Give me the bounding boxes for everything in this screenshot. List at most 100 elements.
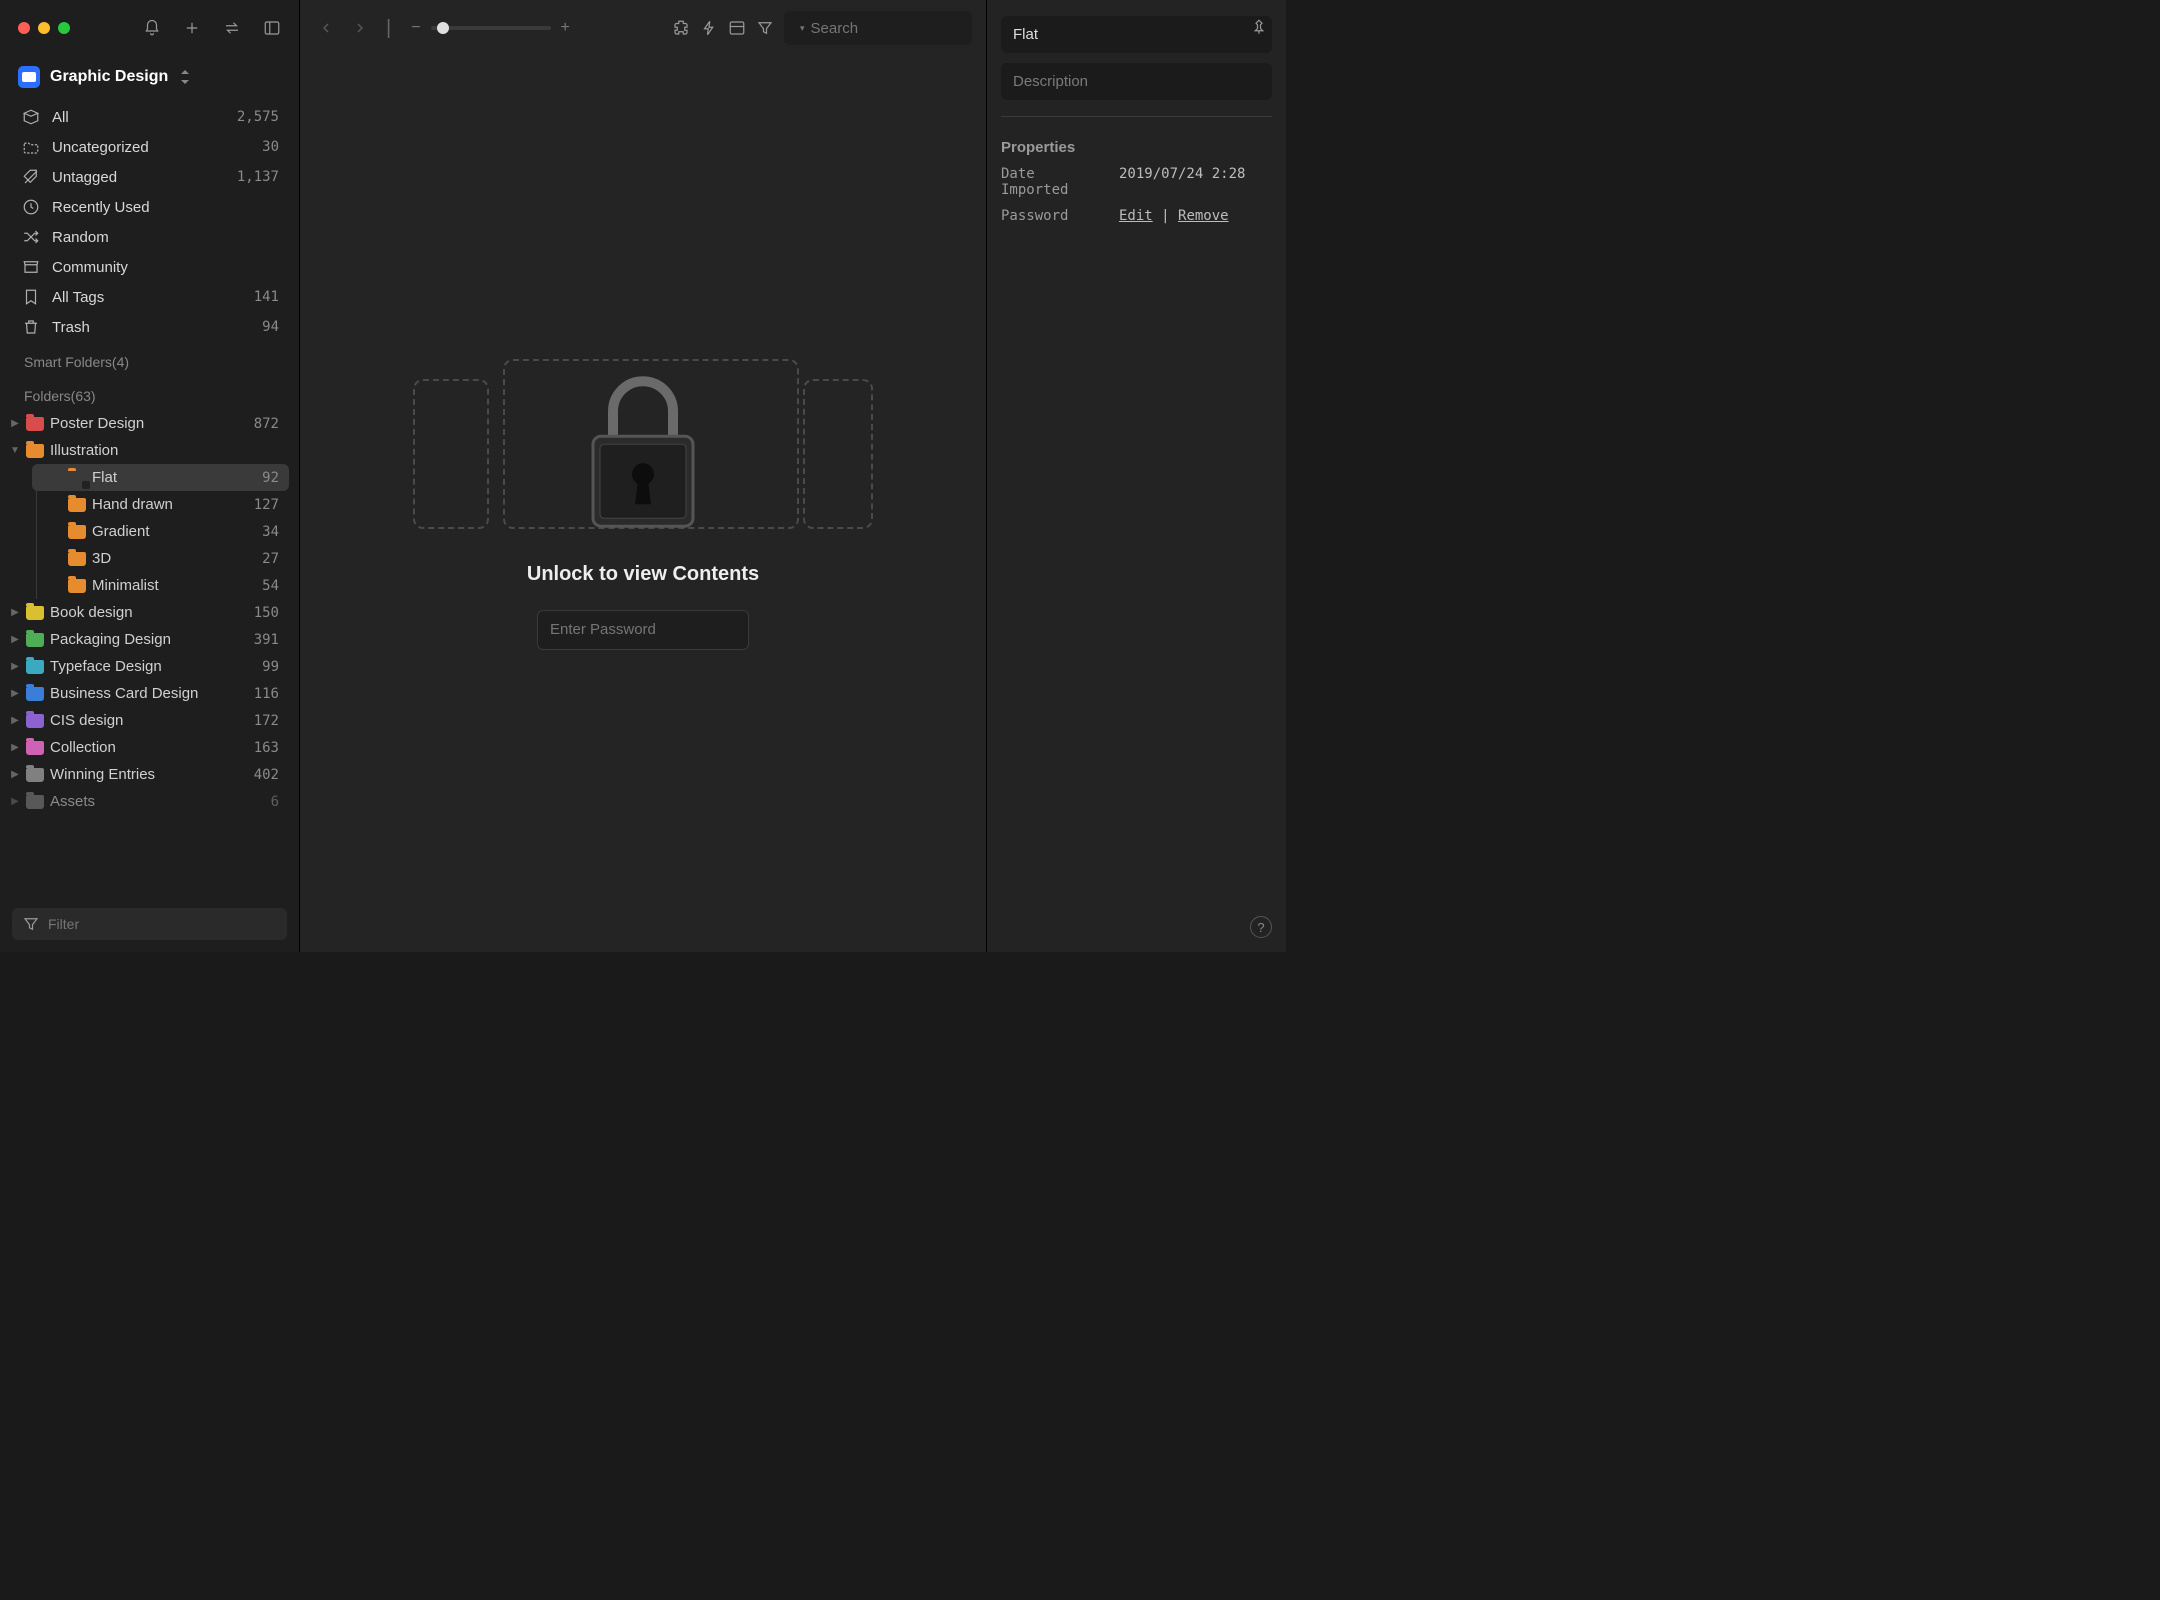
search-box[interactable]: ▾	[784, 11, 972, 45]
folder-count: 34	[262, 524, 279, 540]
layout-icon[interactable]	[728, 19, 746, 37]
sidebar-item-all-tags[interactable]: All Tags 141	[6, 282, 289, 312]
nav-back-button[interactable]	[314, 16, 338, 40]
folder-book-design[interactable]: ▶ Book design 150	[6, 599, 289, 626]
folder-icon	[26, 768, 44, 782]
bookmark-icon	[22, 288, 40, 306]
filter-input[interactable]	[48, 916, 277, 932]
sidebar-item-random[interactable]: Random	[6, 222, 289, 252]
sidebar-item-uncategorized[interactable]: Uncategorized 30	[6, 132, 289, 162]
window-controls	[18, 22, 70, 34]
inspector-title-field[interactable]: Flat	[1001, 16, 1272, 53]
locked-placeholder-graphic	[413, 359, 873, 539]
extension-icon[interactable]	[672, 19, 690, 37]
folder-3d[interactable]: 3D 27	[32, 545, 289, 572]
pin-icon[interactable]	[1250, 18, 1268, 36]
password-edit-link[interactable]: Edit	[1119, 208, 1153, 224]
close-window-button[interactable]	[18, 22, 30, 34]
sidebar-item-all[interactable]: All 2,575	[6, 102, 289, 132]
folder-icon	[68, 579, 86, 593]
search-input[interactable]	[811, 20, 1010, 37]
filter-bar[interactable]	[12, 908, 287, 940]
folder-label: Book design	[50, 604, 133, 621]
disclosure-icon[interactable]: ▶	[10, 661, 20, 672]
transfer-icon[interactable]	[223, 19, 241, 37]
password-remove-link[interactable]: Remove	[1178, 208, 1229, 224]
folder-count: 172	[254, 713, 279, 729]
sidebar-item-community[interactable]: Community	[6, 252, 289, 282]
filter-toolbar-icon[interactable]	[756, 19, 774, 37]
sidebar-item-untagged[interactable]: Untagged 1,137	[6, 162, 289, 192]
folder-label: Typeface Design	[50, 658, 162, 675]
folder-gradient[interactable]: Gradient 34	[32, 518, 289, 545]
disclosure-icon[interactable]: ▼	[10, 445, 20, 456]
disclosure-icon[interactable]: ▶	[10, 607, 20, 618]
folder-business-card-design[interactable]: ▶ Business Card Design 116	[6, 680, 289, 707]
folder-icon	[26, 606, 44, 620]
divider	[1001, 116, 1272, 117]
clock-icon	[22, 198, 40, 216]
disclosure-icon[interactable]: ▶	[10, 796, 20, 807]
folder-winning-entries[interactable]: ▶ Winning Entries 402	[6, 761, 289, 788]
path-separator: |	[386, 17, 391, 40]
folder-count: 92	[262, 470, 279, 486]
folder-flat[interactable]: Flat 92	[32, 464, 289, 491]
plus-icon[interactable]	[183, 19, 201, 37]
zoom-slider[interactable]	[431, 26, 551, 30]
zoom-in-button[interactable]: +	[561, 19, 570, 37]
folder-minimalist[interactable]: Minimalist 54	[32, 572, 289, 599]
folder-collection[interactable]: ▶ Collection 163	[6, 734, 289, 761]
folder-cis-design[interactable]: ▶ CIS design 172	[6, 707, 289, 734]
box-icon	[22, 108, 40, 126]
minimize-window-button[interactable]	[38, 22, 50, 34]
folder-dash-icon	[22, 138, 40, 156]
sidebar-item-trash[interactable]: Trash 94	[6, 312, 289, 342]
password-input[interactable]	[537, 610, 749, 650]
sidebar-item-recent[interactable]: Recently Used	[6, 192, 289, 222]
store-icon	[22, 258, 40, 276]
disclosure-icon[interactable]: ▶	[10, 742, 20, 753]
folder-icon	[26, 687, 44, 701]
sidebar-item-label: All Tags	[52, 289, 104, 306]
folder-locked-icon	[68, 471, 86, 485]
zoom-thumb[interactable]	[437, 22, 449, 34]
properties-heading: Properties	[1001, 139, 1272, 156]
inspector-description-field[interactable]: Description	[1001, 63, 1272, 100]
folder-illustration[interactable]: ▼ Illustration	[6, 437, 289, 464]
zoom-window-button[interactable]	[58, 22, 70, 34]
shuffle-icon	[22, 228, 40, 246]
folder-label: Illustration	[50, 442, 118, 459]
disclosure-icon[interactable]: ▶	[10, 418, 20, 429]
disclosure-icon[interactable]: ▶	[10, 715, 20, 726]
folder-typeface-design[interactable]: ▶ Typeface Design 99	[6, 653, 289, 680]
zoom-out-button[interactable]: −	[411, 19, 420, 37]
sidebar-item-label: Random	[52, 229, 109, 246]
folder-packaging-design[interactable]: ▶ Packaging Design 391	[6, 626, 289, 653]
disclosure-icon[interactable]: ▶	[10, 769, 20, 780]
disclosure-icon[interactable]: ▶	[10, 634, 20, 645]
folder-poster-design[interactable]: ▶ Poster Design 872	[6, 410, 289, 437]
bell-icon[interactable]	[143, 19, 161, 37]
action-icon[interactable]	[700, 19, 718, 37]
section-folders[interactable]: Folders(63)	[6, 376, 289, 410]
filter-icon	[22, 915, 40, 933]
library-switcher[interactable]: Graphic Design	[0, 56, 299, 96]
folder-assets[interactable]: ▶ Assets 6	[6, 788, 289, 815]
nav-forward-button[interactable]	[348, 16, 372, 40]
inspector: Flat Description Properties Date Importe…	[986, 0, 1286, 952]
disclosure-icon[interactable]: ▶	[10, 688, 20, 699]
folder-icon	[68, 552, 86, 566]
folder-icon	[26, 444, 44, 458]
chevron-down-icon[interactable]: ▾	[800, 23, 805, 34]
locked-content: Unlock to view Contents	[300, 56, 986, 952]
help-button[interactable]: ?	[1250, 916, 1272, 938]
sidebar-toggle-icon[interactable]	[263, 19, 281, 37]
folder-hand-drawn[interactable]: Hand drawn 127	[32, 491, 289, 518]
main: | − + ▾ Unlock to view Conten	[300, 0, 986, 952]
folder-count: 163	[254, 740, 279, 756]
section-smart-folders[interactable]: Smart Folders(4)	[6, 342, 289, 376]
sidebar-item-label: All	[52, 109, 69, 126]
folder-label: Poster Design	[50, 415, 144, 432]
folder-label: Minimalist	[92, 577, 159, 594]
folder-illustration-children: Flat 92 Hand drawn 127 Gradient 34 3D 27	[6, 464, 289, 599]
